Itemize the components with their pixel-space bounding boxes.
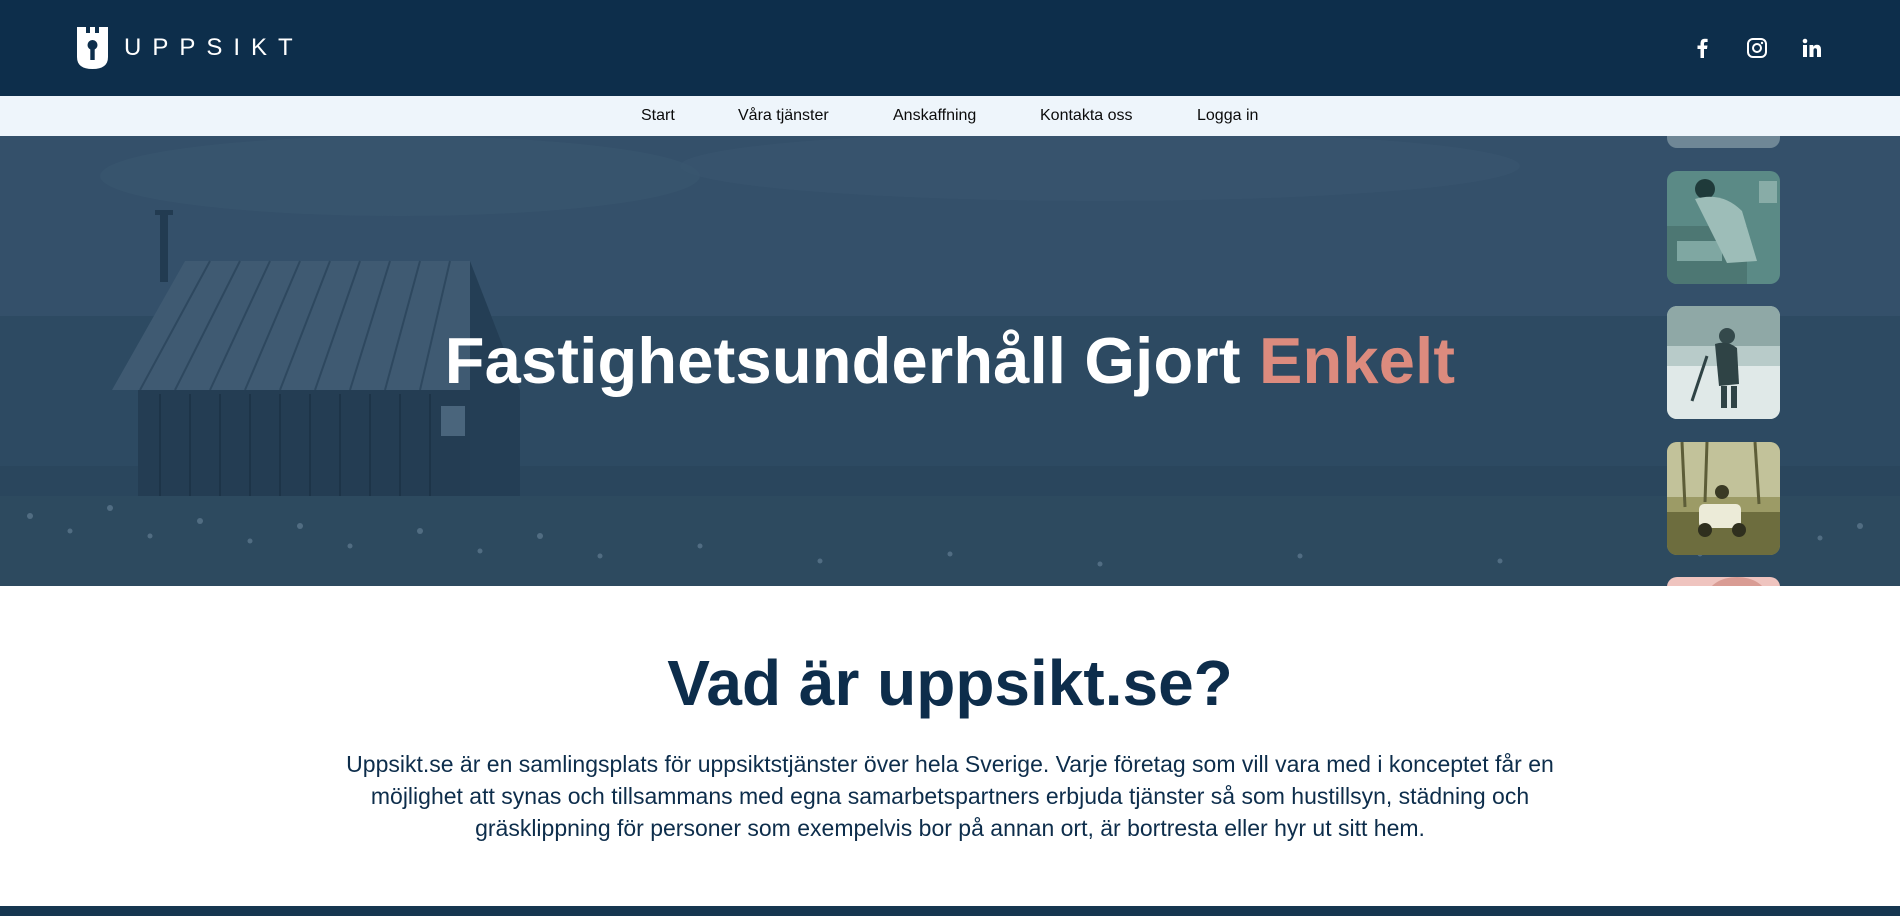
about-description: Uppsikt.se är en samlingsplats för uppsi…: [346, 751, 1554, 841]
nav-vara-tjanster[interactable]: Våra tjänster: [738, 107, 829, 125]
nav-logga-in[interactable]: Logga in: [1197, 107, 1258, 125]
hero-title: Fastighetsunderhåll Gjort Enkelt: [0, 323, 1900, 398]
nav-anskaffning[interactable]: Anskaffning: [893, 107, 976, 125]
hero-banner: Fastighetsunderhåll Gjort Enkelt: [0, 136, 1900, 586]
instagram-link[interactable]: [1742, 33, 1772, 63]
snow-shoveling-photo: [1667, 306, 1780, 419]
hero-title-accent: Enkelt: [1258, 324, 1456, 397]
keyhole-shield-icon: [77, 27, 108, 69]
brand-name: UPPSIKT: [124, 34, 304, 61]
brand-logo[interactable]: UPPSIKT: [77, 27, 304, 69]
nav-kontakta-oss[interactable]: Kontakta oss: [1040, 107, 1133, 125]
next-section-edge: [0, 906, 1900, 916]
instagram-icon: [1747, 38, 1767, 58]
main-nav: Start Våra tjänster Anskaffning Kontakta…: [0, 96, 1900, 136]
about-heading: Vad är uppsikt.se?: [667, 647, 1233, 719]
service-photo: [1667, 577, 1780, 586]
linkedin-link[interactable]: [1797, 33, 1827, 63]
facebook-icon: [1697, 38, 1708, 58]
cleaning-photo: [1667, 171, 1780, 284]
hero-title-main: Fastighetsunderhåll Gjort: [444, 324, 1241, 397]
service-photo: [1667, 136, 1780, 148]
site-header: UPPSIKT: [0, 0, 1900, 96]
service-thumbnail-snow[interactable]: [1667, 306, 1780, 419]
nav-start[interactable]: Start: [641, 107, 675, 125]
service-thumbnail-cleaning[interactable]: [1667, 171, 1780, 284]
facebook-link[interactable]: [1687, 33, 1717, 63]
service-thumbnail[interactable]: [1667, 136, 1780, 148]
service-thumbnail-lawn[interactable]: [1667, 442, 1780, 555]
lawn-mowing-photo: [1667, 442, 1780, 555]
linkedin-icon: [1802, 38, 1821, 57]
service-thumbnail[interactable]: [1667, 577, 1780, 586]
